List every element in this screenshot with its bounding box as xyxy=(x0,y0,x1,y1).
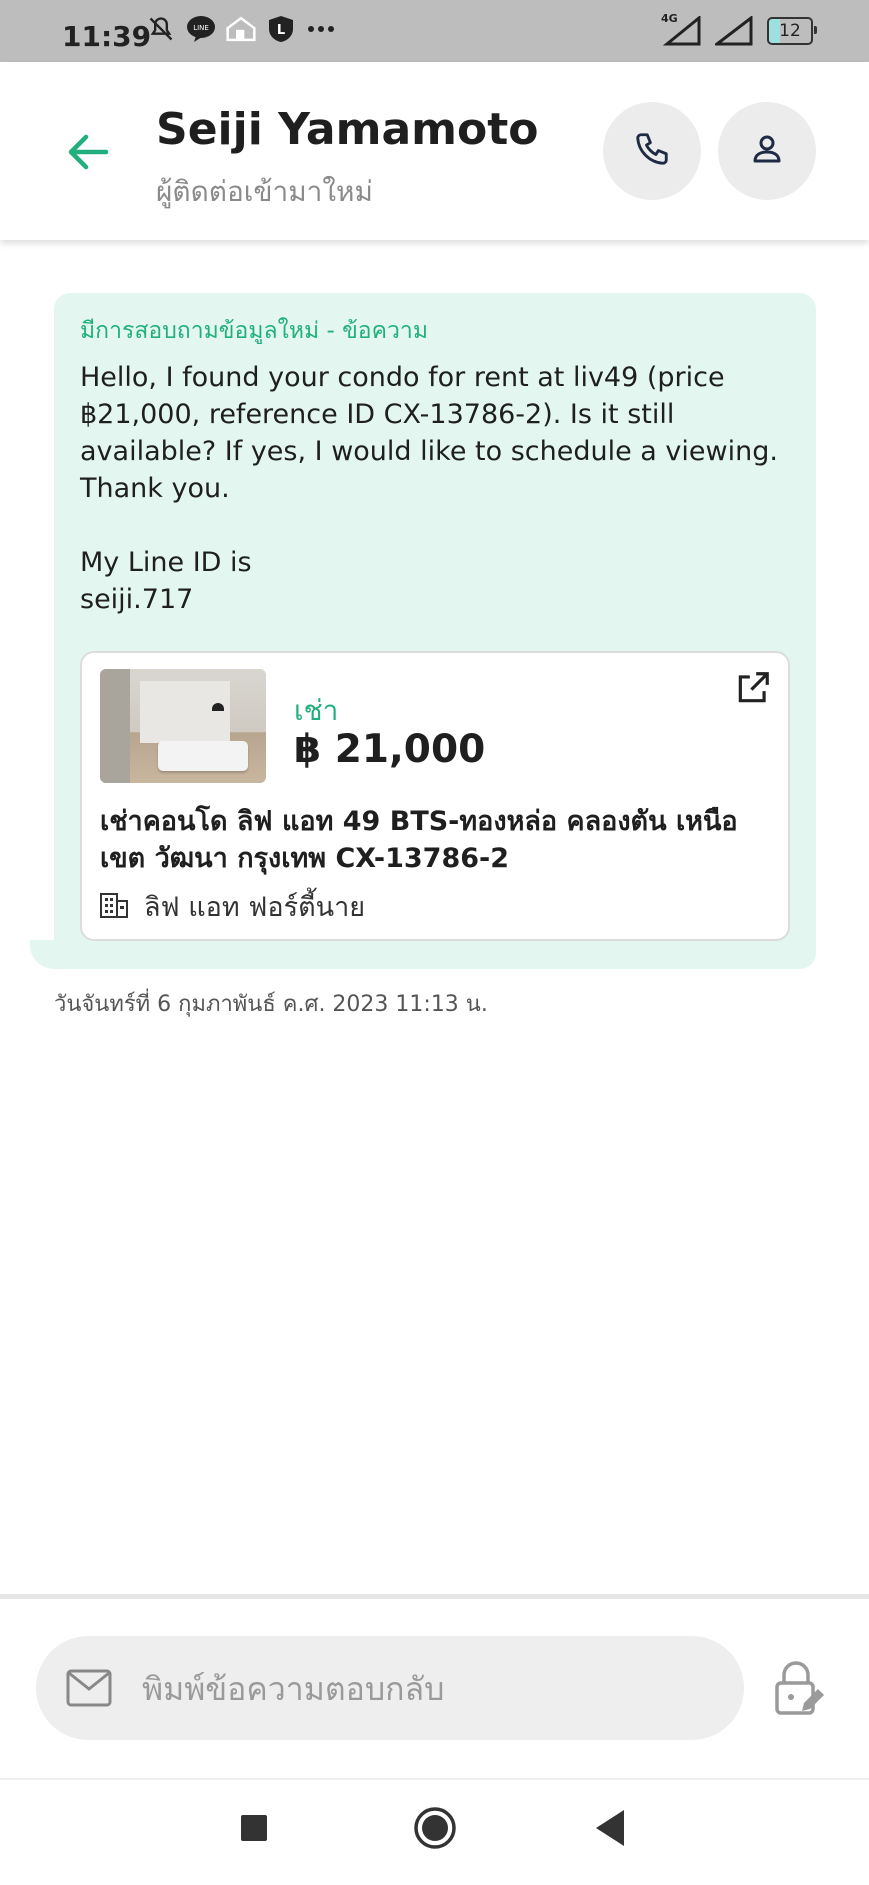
lock-edit-icon[interactable] xyxy=(772,1659,826,1717)
message-body: Hello, I found your condo for rent at li… xyxy=(80,362,778,615)
external-link-icon[interactable] xyxy=(734,669,772,707)
listing-project-name: ลิฟ แอท ฟอร์ตี้นาย xyxy=(144,892,366,923)
listing-card[interactable]: เช่า ฿ 21,000 เช่าคอนโด ลิฟ แอท 49 BTS-ท… xyxy=(80,651,790,941)
listing-thumbnail xyxy=(100,669,266,783)
composer-area xyxy=(0,1594,869,1783)
system-nav-bar xyxy=(0,1778,869,1885)
listing-title: เช่าคอนโด ลิฟ แอท 49 BTS-ทองหล่อ คลองตัน… xyxy=(100,806,738,874)
recent-apps-icon[interactable] xyxy=(241,1815,267,1841)
person-icon xyxy=(749,131,785,171)
battery-level: 12 xyxy=(779,21,801,41)
signal-icon xyxy=(712,14,753,46)
signal-4g-icon: 4G xyxy=(661,12,701,46)
status-time: 11:39 xyxy=(62,20,152,53)
message-bubble: มีการสอบถามข้อมูลใหม่ - ข้อความ Hello, I… xyxy=(54,293,816,969)
contact-name: Seiji Yamamoto xyxy=(156,104,539,155)
listing-project: ลิฟ แอท ฟอร์ตี้นาย xyxy=(100,885,365,928)
home-icon[interactable] xyxy=(413,1806,457,1850)
mail-icon xyxy=(66,1668,112,1708)
building-icon xyxy=(100,892,128,922)
call-button[interactable] xyxy=(603,102,701,200)
notification-icons: LINE L xyxy=(146,14,336,44)
svg-text:L: L xyxy=(277,23,285,38)
shield-app-icon: L xyxy=(266,14,296,44)
listing-price: ฿ 21,000 xyxy=(294,727,486,772)
message-timestamp: วันจันทร์ที่ 6 กุมภาพันธ์ ค.ศ. 2023 11:1… xyxy=(54,992,488,1017)
network-label: 4G xyxy=(661,12,678,25)
reply-box[interactable] xyxy=(36,1636,744,1740)
contact-profile-button[interactable] xyxy=(718,102,816,200)
status-bar: 11:39 LINE L 4G 12 xyxy=(0,0,869,62)
line-app-icon: LINE xyxy=(186,14,216,44)
back-arrow-icon[interactable] xyxy=(62,126,114,178)
muted-bell-icon xyxy=(146,14,176,44)
back-triangle-icon[interactable] xyxy=(594,1808,626,1848)
contact-status: ผู้ติดต่อเข้ามาใหม่ xyxy=(156,175,373,208)
more-notifications-icon xyxy=(306,14,336,44)
home-app-icon xyxy=(226,14,256,44)
reply-input[interactable] xyxy=(140,1662,724,1716)
svg-text:LINE: LINE xyxy=(193,24,209,32)
chat-header: Seiji Yamamoto ผู้ติดต่อเข้ามาใหม่ xyxy=(0,62,869,240)
phone-icon xyxy=(633,130,671,172)
system-icons: 4G 12 xyxy=(661,12,817,46)
battery-icon: 12 xyxy=(767,17,817,45)
message-header: มีการสอบถามข้อมูลใหม่ - ข้อความ xyxy=(80,318,428,344)
